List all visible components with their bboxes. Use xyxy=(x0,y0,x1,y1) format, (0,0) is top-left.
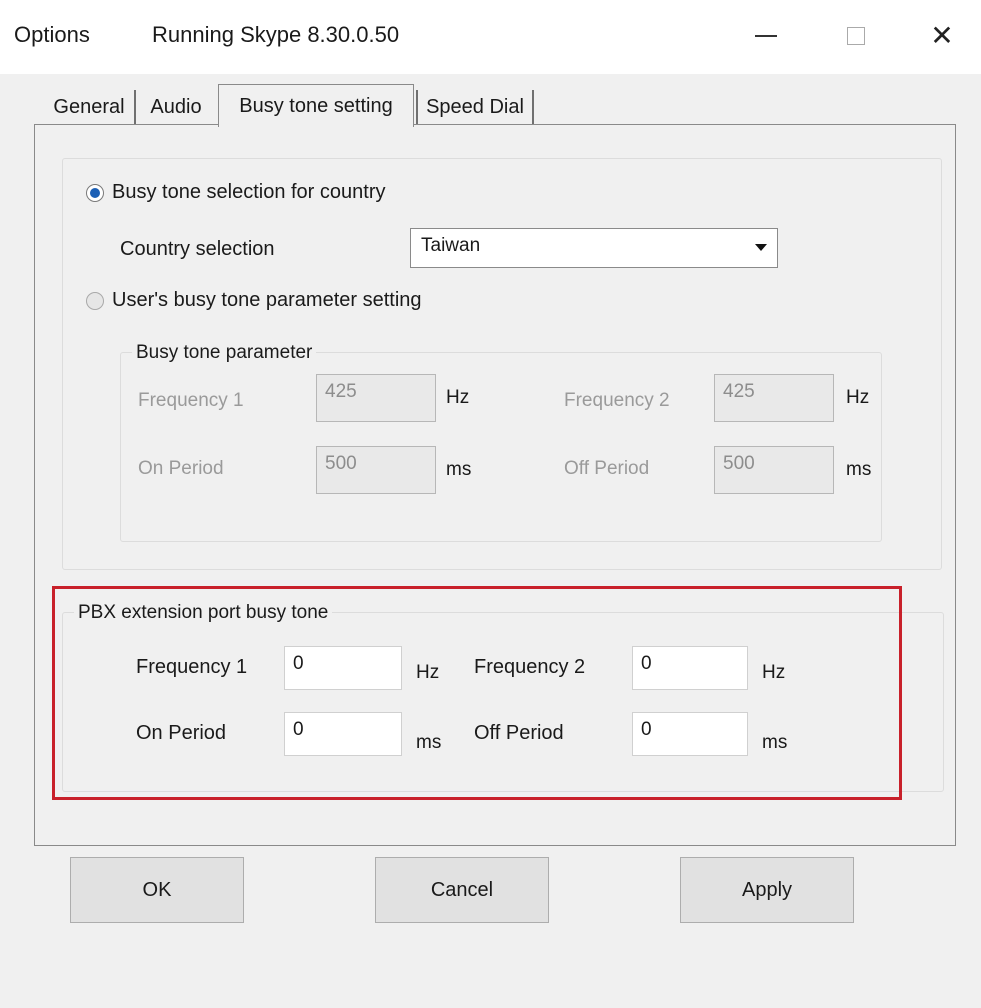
pbx-off-period-label: Off Period xyxy=(474,722,564,744)
radio-selected-dot xyxy=(90,188,100,198)
busy-off-period-input[interactable]: 500 xyxy=(714,446,834,494)
window-doc-title: Running Skype 8.30.0.50 xyxy=(152,22,400,47)
busy-freq2-input[interactable]: 425 xyxy=(714,374,834,422)
pbx-on-period-input[interactable]: 0 xyxy=(284,712,402,756)
minimize-icon xyxy=(755,35,777,37)
country-select[interactable]: Taiwan xyxy=(410,228,778,268)
tab-audio[interactable]: Audio xyxy=(140,90,212,124)
busy-tone-parameter-title: Busy tone parameter xyxy=(132,342,317,364)
busy-freq1-input[interactable]: 425 xyxy=(316,374,436,422)
pbx-off-period-input[interactable]: 0 xyxy=(632,712,748,756)
country-busy-tone-label: Busy tone selection for country xyxy=(112,181,386,203)
tab-busy-tone-setting[interactable]: Busy tone setting xyxy=(218,84,414,127)
busy-freq1-label: Frequency 1 xyxy=(138,390,244,411)
maximize-icon xyxy=(847,27,865,45)
close-button[interactable]: ✕ xyxy=(912,14,972,58)
pbx-freq2-label: Frequency 2 xyxy=(474,656,586,678)
country-busy-tone-radio[interactable] xyxy=(86,184,104,202)
ok-button[interactable]: OK xyxy=(70,857,244,923)
apply-button[interactable]: Apply xyxy=(680,857,854,923)
busy-off-period-label: Off Period xyxy=(564,458,650,479)
minimize-button[interactable] xyxy=(736,14,796,58)
busy-freq2-label: Frequency 2 xyxy=(564,390,670,411)
chevron-down-icon xyxy=(755,244,767,251)
title-bar: Options Running Skype 8.30.0.50 ✕ xyxy=(0,0,981,74)
pbx-off-period-unit: ms xyxy=(762,732,788,753)
cancel-button[interactable]: Cancel xyxy=(375,857,549,923)
pbx-on-period-label: On Period xyxy=(136,722,227,744)
busy-on-period-label: On Period xyxy=(138,458,224,479)
close-icon: ✕ xyxy=(930,20,954,51)
user-busy-tone-radio[interactable] xyxy=(86,292,104,310)
highlight-box xyxy=(52,586,902,800)
country-select-value: Taiwan xyxy=(421,235,481,256)
busy-freq2-unit: Hz xyxy=(846,387,870,408)
pbx-freq2-input[interactable]: 0 xyxy=(632,646,748,690)
busy-off-period-unit: ms xyxy=(846,459,872,480)
busy-freq1-unit: Hz xyxy=(446,387,470,408)
maximize-button[interactable] xyxy=(826,14,886,58)
pbx-on-period-unit: ms xyxy=(416,732,442,753)
pbx-freq1-label: Frequency 1 xyxy=(136,656,248,678)
country-selection-label: Country selection xyxy=(120,238,275,260)
pbx-freq1-input[interactable]: 0 xyxy=(284,646,402,690)
busy-on-period-input[interactable]: 500 xyxy=(316,446,436,494)
pbx-freq1-unit: Hz xyxy=(416,662,440,683)
user-busy-tone-label: User's busy tone parameter setting xyxy=(112,289,422,311)
pbx-freq2-unit: Hz xyxy=(762,662,786,683)
window-app-title: Options xyxy=(14,22,90,47)
tab-speed-dial[interactable]: Speed Dial xyxy=(416,90,534,124)
busy-on-period-unit: ms xyxy=(446,459,472,480)
tab-general[interactable]: General xyxy=(44,90,136,124)
